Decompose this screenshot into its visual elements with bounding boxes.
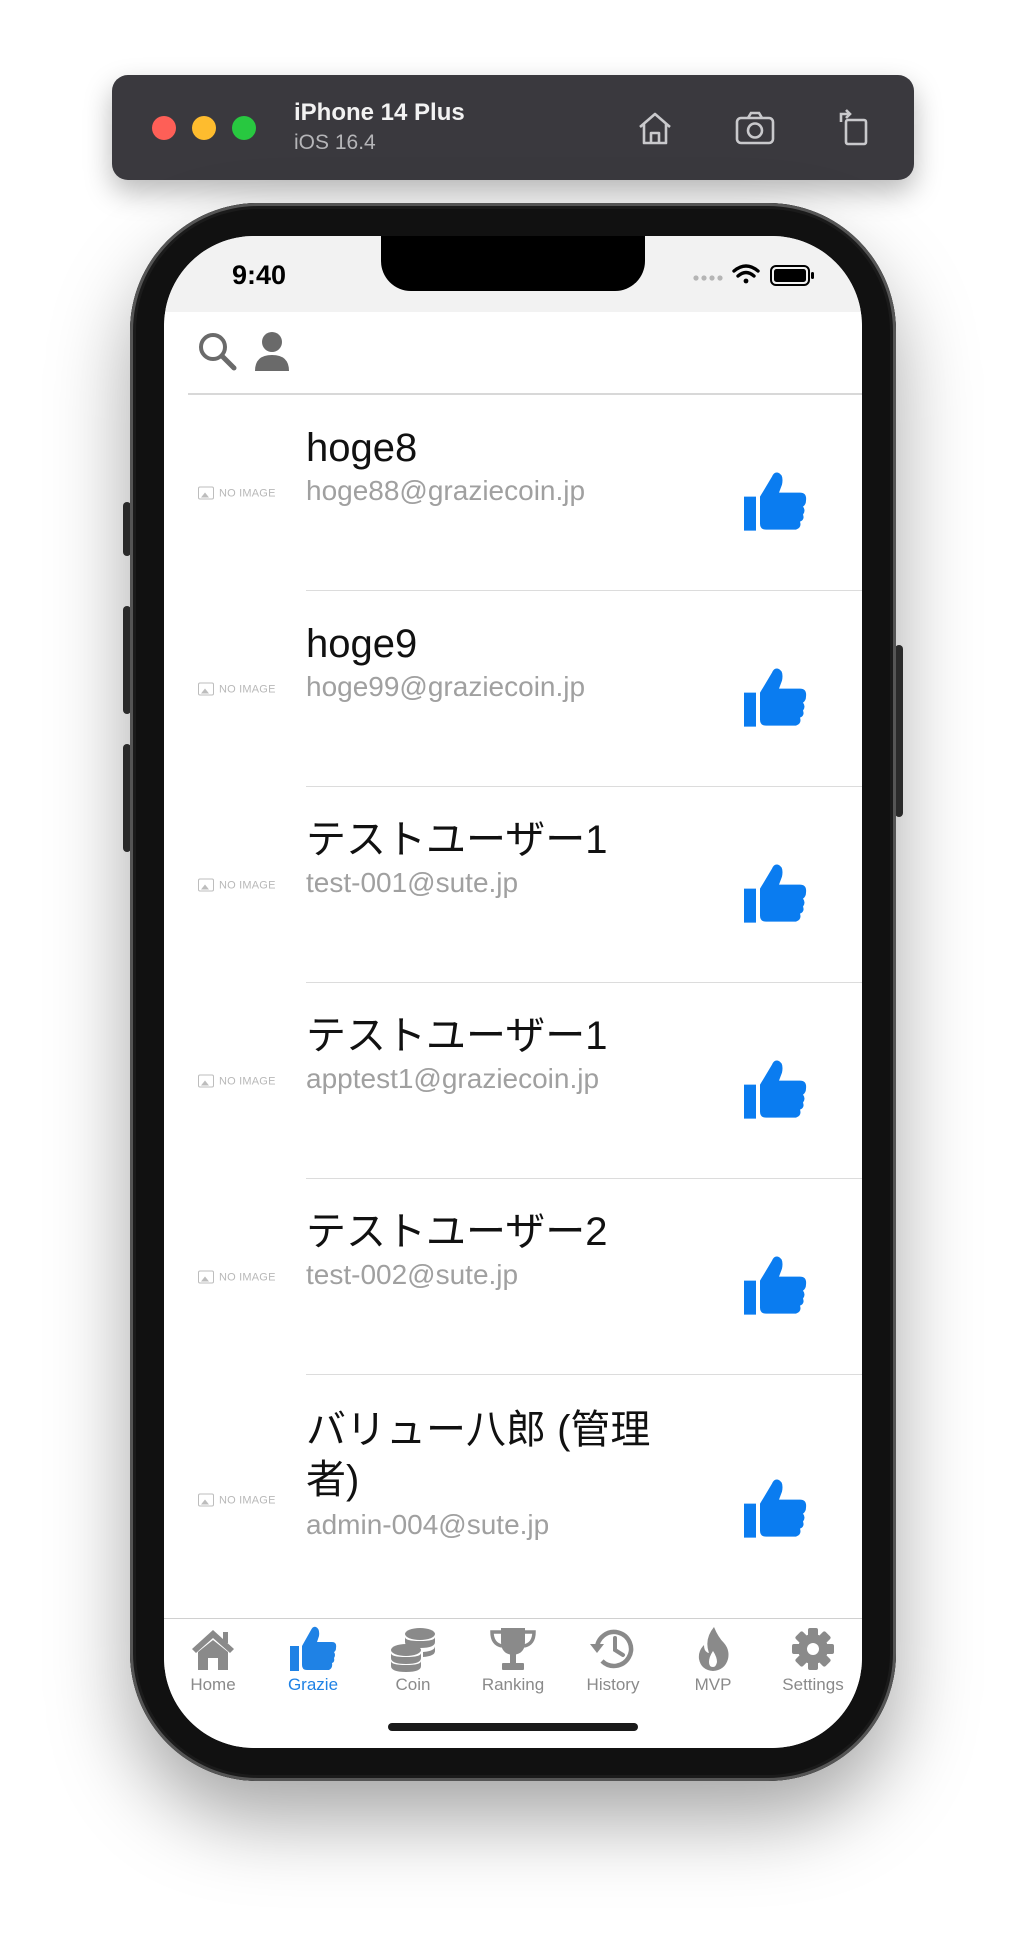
- notch: [381, 236, 645, 291]
- home-outline-icon: [639, 112, 671, 145]
- user-email: apptest1@graziecoin.jp: [306, 1063, 600, 1094]
- thumbs-up-icon[interactable]: [742, 1059, 808, 1121]
- os-version: iOS 16.4: [294, 131, 376, 154]
- close-window-button[interactable]: [152, 116, 176, 140]
- home-button[interactable]: [632, 105, 678, 151]
- list-item: NO IMAGE テストユーザー2 test-002@sute.jp: [164, 1179, 862, 1375]
- user-email: hoge88@graziecoin.jp: [306, 475, 586, 506]
- home-icon: [192, 1630, 234, 1670]
- rotate-icon: [839, 109, 868, 146]
- avatar-placeholder: NO IMAGE: [198, 1074, 276, 1088]
- user-name: hoge9: [306, 622, 418, 666]
- list-item: NO IMAGE hoge9 hoge99@graziecoin.jp: [164, 591, 862, 787]
- thumbs-up-icon[interactable]: [742, 1255, 808, 1317]
- device-name: iPhone 14 Plus: [294, 99, 465, 126]
- user-email: hoge99@graziecoin.jp: [306, 671, 586, 702]
- search-button[interactable]: [195, 329, 239, 373]
- thumbs-up-icon: [290, 1626, 337, 1671]
- search-icon: [199, 333, 237, 371]
- image-icon: [198, 486, 214, 500]
- user-icon: [255, 332, 289, 371]
- tab-coin[interactable]: Coin: [368, 1625, 458, 1705]
- coins-icon: [391, 1628, 435, 1672]
- tab-home[interactable]: Home: [168, 1625, 258, 1705]
- gear-icon: [792, 1628, 834, 1670]
- battery-icon: [770, 265, 814, 286]
- app-header: [164, 312, 862, 394]
- list-item: NO IMAGE hoge8 hoge88@graziecoin.jp: [164, 395, 862, 591]
- image-icon: [198, 1493, 214, 1507]
- list-item: NO IMAGE バリュー八郎 (管理者) admin-004@sute.jp: [164, 1375, 862, 1625]
- user-name: テストユーザー1: [306, 1014, 608, 1058]
- avatar-placeholder: NO IMAGE: [198, 878, 276, 892]
- tab-ranking[interactable]: Ranking: [468, 1625, 558, 1705]
- screenshot-button[interactable]: [732, 105, 778, 151]
- user-name: hoge8: [306, 426, 418, 470]
- simulator-toolbar: iPhone 14 Plus iOS 16.4: [112, 75, 914, 180]
- image-icon: [198, 1270, 214, 1284]
- zoom-window-button[interactable]: [232, 116, 256, 140]
- minimize-window-button[interactable]: [192, 116, 216, 140]
- avatar-placeholder: NO IMAGE: [198, 1493, 276, 1507]
- user-email: test-001@sute.jp: [306, 867, 519, 898]
- thumbs-up-icon[interactable]: [742, 1478, 808, 1540]
- image-icon: [198, 878, 214, 892]
- tab-grazie[interactable]: Grazie: [268, 1625, 358, 1705]
- trophy-icon: [490, 1628, 536, 1670]
- thumbs-up-icon[interactable]: [742, 667, 808, 729]
- rotate-button[interactable]: [832, 105, 878, 151]
- tab-mvp[interactable]: MVP: [668, 1625, 758, 1705]
- phone-screen: 9:40 NO IMAGE hoge8 hoge88@graziecoin.jp…: [164, 236, 862, 1748]
- user-email: test-002@sute.jp: [306, 1259, 519, 1290]
- image-icon: [198, 682, 214, 696]
- power-button: [895, 645, 903, 817]
- status-icons: [692, 262, 816, 288]
- camera-icon: [735, 111, 775, 145]
- avatar-placeholder: NO IMAGE: [198, 682, 276, 696]
- avatar-placeholder: NO IMAGE: [198, 486, 276, 500]
- status-time: 9:40: [232, 260, 287, 290]
- user-list: NO IMAGE hoge8 hoge88@graziecoin.jp NO I…: [164, 395, 862, 1625]
- profile-button[interactable]: [250, 329, 294, 373]
- home-indicator[interactable]: [388, 1723, 638, 1731]
- user-name: テストユーザー1: [306, 818, 608, 862]
- thumbs-up-icon[interactable]: [742, 863, 808, 925]
- list-item: NO IMAGE テストユーザー1 apptest1@graziecoin.jp: [164, 983, 862, 1179]
- signal-icon: [693, 275, 723, 281]
- user-email: admin-004@sute.jp: [306, 1509, 550, 1540]
- fire-icon: [698, 1627, 729, 1671]
- tab-settings[interactable]: Settings: [768, 1625, 858, 1705]
- tab-history[interactable]: History: [568, 1625, 658, 1705]
- wifi-icon: [732, 264, 760, 284]
- user-name: バリュー八郎 (管理者): [306, 1408, 651, 1502]
- history-icon: [590, 1629, 634, 1669]
- list-item: NO IMAGE テストユーザー1 test-001@sute.jp: [164, 787, 862, 983]
- image-icon: [198, 1074, 214, 1088]
- thumbs-up-icon[interactable]: [742, 471, 808, 533]
- avatar-placeholder: NO IMAGE: [198, 1270, 276, 1284]
- user-name: テストユーザー2: [306, 1210, 608, 1254]
